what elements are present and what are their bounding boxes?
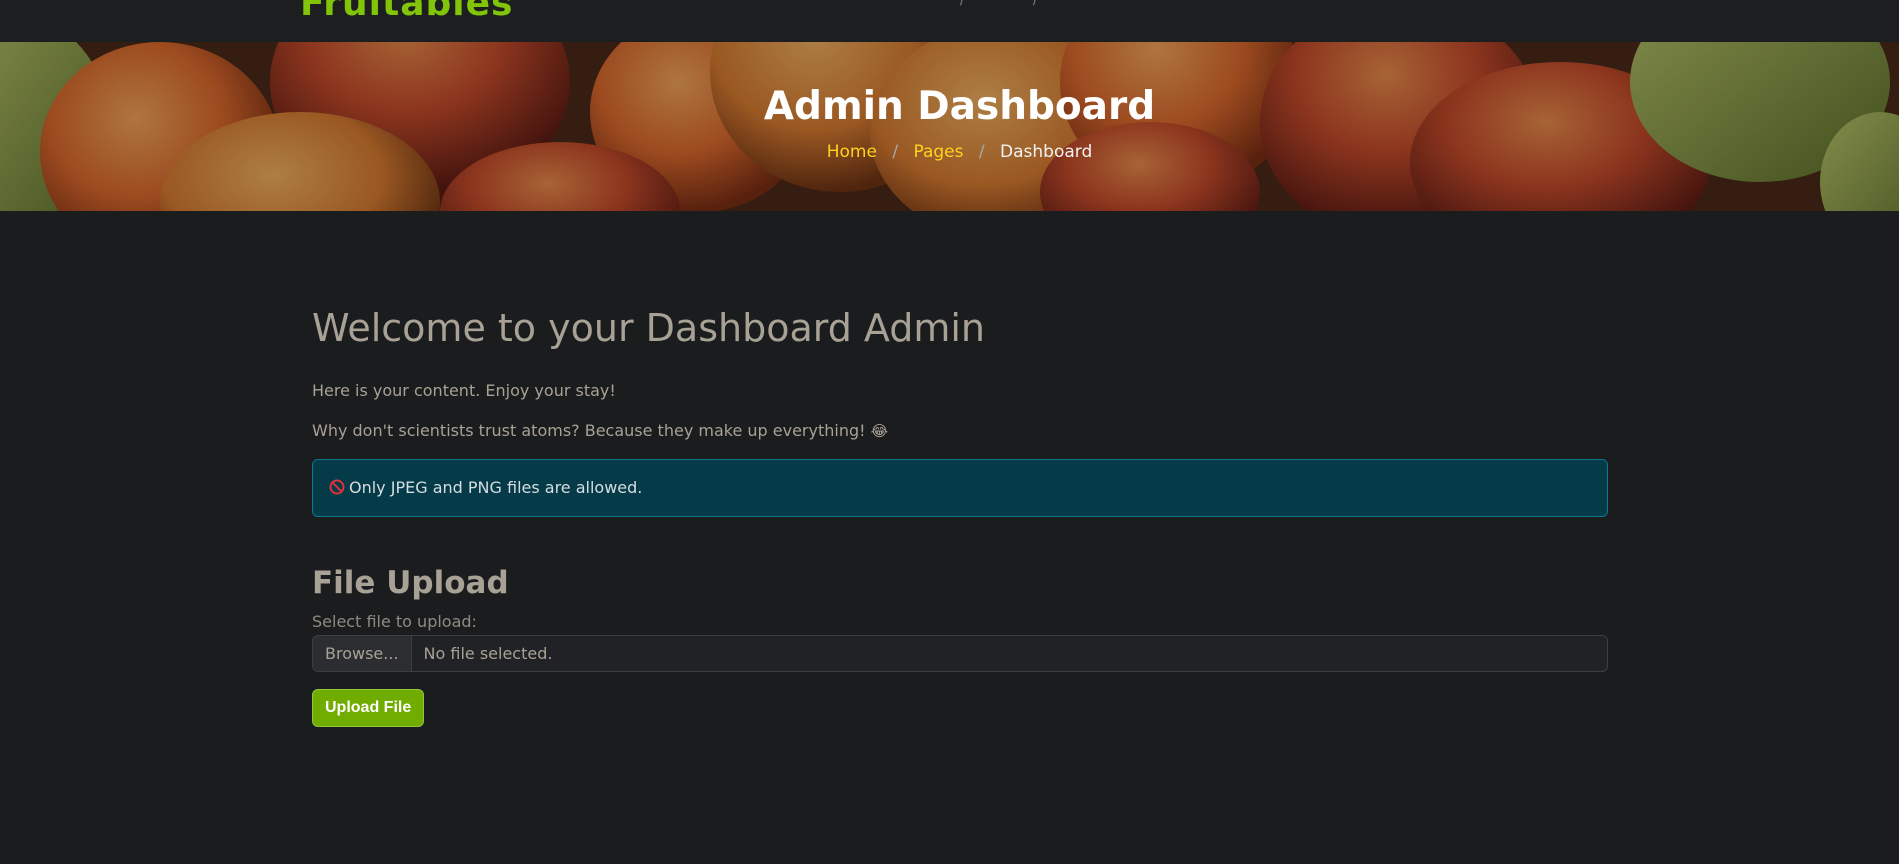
- top-navbar: Fruitables / /: [0, 0, 1899, 42]
- breadcrumb-separator: /: [892, 142, 899, 162]
- file-status-text: No file selected.: [423, 644, 553, 663]
- file-upload-heading: File Upload: [312, 565, 509, 601]
- file-input[interactable]: Browse... No file selected.: [312, 635, 1608, 672]
- joke-text: Why don't scientists trust atoms? Becaus…: [312, 420, 888, 442]
- file-type-alert: Only JPEG and PNG files are allowed.: [312, 459, 1608, 517]
- breadcrumb-home-link[interactable]: Home: [827, 142, 877, 162]
- intro-text: Here is your content. Enjoy your stay!: [312, 381, 616, 400]
- no-entry-icon: [329, 479, 345, 495]
- laughing-emoji-icon: 😂: [870, 422, 889, 440]
- welcome-heading: Welcome to your Dashboard Admin: [312, 306, 985, 350]
- breadcrumb-pages-link[interactable]: Pages: [913, 142, 963, 162]
- upload-file-button[interactable]: Upload File: [312, 689, 425, 727]
- nav-link-fragment[interactable]: /: [1033, 0, 1037, 6]
- page-title: Admin Dashboard: [763, 84, 1156, 129]
- joke-text-body: Why don't scientists trust atoms? Becaus…: [312, 421, 866, 440]
- browse-button[interactable]: Browse...: [313, 636, 412, 671]
- nav-link-fragment[interactable]: /: [960, 0, 964, 6]
- alert-text: Only JPEG and PNG files are allowed.: [349, 478, 643, 497]
- breadcrumb-separator: /: [978, 142, 985, 162]
- breadcrumb-current: Dashboard: [1000, 142, 1093, 162]
- file-select-label: Select file to upload:: [312, 612, 477, 631]
- breadcrumb: Home / Pages / Dashboard: [0, 141, 1899, 163]
- page-header-hero: Admin Dashboard Home / Pages / Dashboard: [0, 42, 1899, 211]
- brand-logo[interactable]: Fruitables: [300, 0, 513, 22]
